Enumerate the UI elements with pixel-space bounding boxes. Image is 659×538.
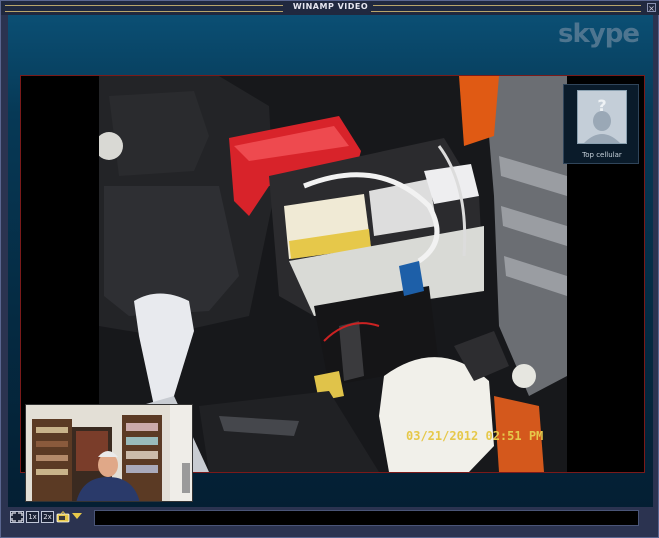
size-1x-button[interactable]: 1x [26, 511, 39, 523]
size-2x-button[interactable]: 2x [41, 511, 54, 523]
dropdown-arrow-icon [72, 513, 82, 519]
title-bar[interactable]: WINAMP VIDEO × [1, 1, 659, 15]
close-button[interactable]: × [647, 3, 656, 13]
menu-dropdown-button[interactable] [71, 511, 83, 523]
skype-logo: skype [558, 19, 640, 49]
fullscreen-icon [11, 512, 23, 522]
default-avatar-icon: ? [578, 91, 626, 143]
video-timestamp: 03/21/2012 02:51 PM [406, 429, 544, 443]
fullscreen-button[interactable] [10, 511, 24, 523]
self-view-image [26, 405, 192, 501]
contact-card[interactable]: ? Top cellular [563, 84, 639, 164]
seek-bar[interactable] [94, 510, 639, 526]
winamp-video-window: WINAMP VIDEO × skype 03/21/2012 02:51 PM… [0, 0, 659, 538]
tv-button[interactable] [56, 511, 70, 523]
window-title: WINAMP VIDEO [287, 2, 374, 11]
close-icon: × [648, 4, 655, 13]
control-bar: 1x 2x [8, 507, 653, 533]
tv-icon [56, 511, 70, 523]
contact-name: Top cellular [582, 151, 622, 159]
svg-text:?: ? [597, 96, 606, 115]
avatar: ? [577, 90, 627, 144]
self-view-video [25, 404, 193, 502]
